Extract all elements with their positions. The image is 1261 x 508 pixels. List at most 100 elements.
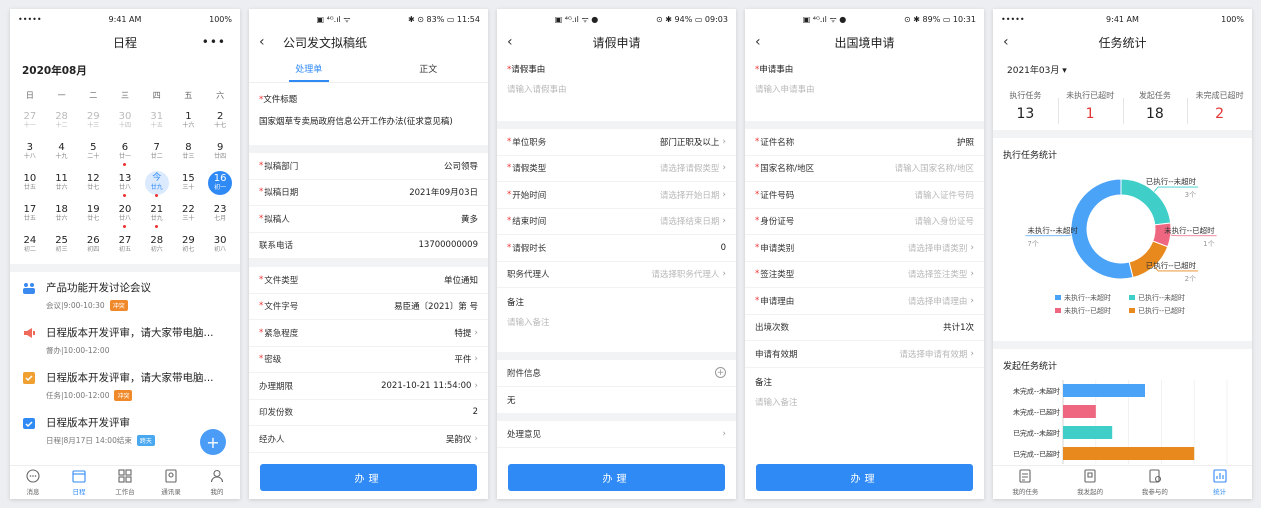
back-icon[interactable]: ‹ [507,34,513,50]
weekday-label: 四 [152,91,161,100]
form-row[interactable]: * 文件字号 易臣通〔2021〕第 号 [249,294,488,320]
form-row[interactable]: * 国家名称/地区 请输入国家名称/地区 [745,156,984,182]
calendar-day[interactable]: 31 十五 [141,105,173,136]
form-row[interactable]: * 拟稿人 黄多 [249,206,488,233]
calendar-day[interactable]: 18 廿六 [46,198,78,229]
event-item[interactable]: 日程版本开发评审，请大家带电脑... 督办 | 10:00-12:00 [10,317,240,362]
calendar-day[interactable]: 5 二十 [77,136,109,167]
process-button[interactable]: 办理 [260,463,477,491]
tab-main-text[interactable]: 正文 [369,55,489,82]
form-row[interactable]: 出境次数 共计1次 [745,315,984,341]
form-row[interactable]: 印发份数 2 [249,400,488,426]
calendar-day[interactable]: 28 初六 [141,229,173,260]
calendar-day[interactable]: 28 十二 [46,105,78,136]
calendar-day[interactable]: 17 廿五 [14,198,46,229]
tab-processing-form[interactable]: 处理单 [249,55,369,82]
tab-message[interactable]: 消息 [10,466,56,499]
tab-calendar[interactable]: 日程 [56,466,102,499]
calendar-day[interactable]: 2 十七 [204,105,236,136]
form-row[interactable]: 办理期限 2021-10-21 11:54:00 › [249,373,488,400]
calendar-day[interactable]: 24 初二 [14,229,46,260]
tab-user[interactable]: 我的 [194,466,240,499]
form-row[interactable]: * 证件名称 护照 [745,129,984,156]
nav-bar: ‹ 任务统计 [993,29,1252,55]
calendar-day[interactable]: 30 十四 [109,105,141,136]
calendar-day[interactable]: 29 十三 [77,105,109,136]
event-item[interactable]: 日程版本开发评审，请大家带电脑... 任务 | 10:00-12:00 冲突 [10,362,240,407]
calendar-day[interactable]: 13 廿八 [109,167,141,198]
doc-title-block[interactable]: *文件标题 国家烟草专卖局政府信息公开工作办法(征求意见稿) [249,83,488,145]
form-row[interactable]: * 开始时间 请选择开始日期 › [497,182,736,209]
calendar-day[interactable]: 6 廿一 [109,136,141,167]
form-row[interactable]: 联系电话 13700000009 [249,233,488,259]
tab-contacts[interactable]: 通讯录 [148,466,194,499]
calendar-day[interactable]: 26 初四 [77,229,109,260]
form-row[interactable]: * 拟稿部门 公司领导 [249,153,488,180]
form-row[interactable]: * 结束时间 请选择结束日期 › [497,209,736,235]
calendar-day[interactable]: 4 十九 [46,136,78,167]
tab-grid[interactable]: 工作台 [102,466,148,499]
form-row[interactable]: * 拟稿日期 2021年09月03日 [249,180,488,206]
lunar-date: 廿五 [23,215,36,222]
form-row[interactable]: * 签注类型 请选择签注类型 › [745,262,984,288]
field-placeholder: 请选择签注类型 [907,270,968,281]
calendar-day-selected[interactable]: 16 初一 [204,167,236,198]
remark-field[interactable]: 备注 请输入备注 [497,288,736,352]
form-row[interactable]: * 证件号码 请输入证件号码 [745,182,984,209]
form-row[interactable]: * 单位职务 部门正职及以上 › [497,129,736,156]
calendar-day-today[interactable]: 今廿九 [141,167,173,198]
calendar-day[interactable]: 8 廿三 [173,136,205,167]
calendar-day[interactable]: 12 廿七 [77,167,109,198]
month-picker[interactable]: 2021年03月 ▾ [993,55,1252,80]
process-button[interactable]: 办理 [756,463,973,491]
form-row[interactable]: * 紧急程度 特提 › [249,320,488,347]
event-item[interactable]: 产品功能开发讨论会议 会议 | 9:00-10:30 冲突 [10,272,240,317]
calendar-day[interactable]: 25 初三 [46,229,78,260]
attachment-row[interactable]: 附件信息 + [497,360,736,387]
remark-field[interactable]: 备注 请输入备注 [745,368,984,416]
calendar-day[interactable]: 21 廿九 [141,198,173,229]
calendar-day[interactable]: 22 三十 [173,198,205,229]
form-row[interactable]: * 请假类型 请选择请假类型 › [497,156,736,182]
calendar-day[interactable]: 29 初七 [173,229,205,260]
process-button[interactable]: 办理 [508,463,725,491]
calendar-day[interactable]: 20 廿八 [109,198,141,229]
form-row[interactable]: * 请假时长 0 [497,235,736,262]
reason-field[interactable]: *请假事由 请输入请假事由 [497,55,736,121]
calendar-day[interactable]: 30 初八 [204,229,236,260]
form-row[interactable]: * 文件类型 单位通知 [249,267,488,294]
opinion-row[interactable]: 处理意见 › [497,421,736,448]
form-row[interactable]: * 身份证号 请输入身份证号 [745,209,984,235]
calendar-day[interactable]: 27 十一 [14,105,46,136]
reason-field[interactable]: *申请事由 请输入申请事由 [745,55,984,121]
tab-initiated[interactable]: 我发起的 [1058,466,1123,499]
calendar-day[interactable]: 11 廿六 [46,167,78,198]
form-row[interactable]: 经办人 吴韵仪 › [249,426,488,453]
month-label[interactable]: 2020年08月 [10,55,240,90]
calendar-day[interactable]: 10 廿五 [14,167,46,198]
calendar-day[interactable]: 9 廿四 [204,136,236,167]
calendar-day[interactable]: 1 十六 [173,105,205,136]
form-row[interactable]: * 申请理由 请选择申请理由 › [745,288,984,315]
back-icon[interactable]: ‹ [755,34,761,50]
day-number: 20 [118,204,132,215]
back-icon[interactable]: ‹ [1003,34,1009,50]
form-row[interactable]: * 申请类别 请选择申请类别 › [745,235,984,262]
tab-participated[interactable]: 我参与的 [1123,466,1188,499]
calendar-day[interactable]: 19 廿七 [77,198,109,229]
calendar-day[interactable]: 23 七月 [204,198,236,229]
calendar-day[interactable]: 27 初五 [109,229,141,260]
more-icon[interactable]: ••• [202,35,226,49]
back-icon[interactable]: ‹ [259,34,265,50]
add-attachment-icon[interactable]: + [715,367,726,379]
tab-label: 统计 [1213,488,1227,496]
tab-stats[interactable]: 统计 [1187,466,1252,499]
add-event-button[interactable]: + [200,429,226,455]
form-row[interactable]: 职务代理人 请选择职务代理人 › [497,262,736,288]
form-row[interactable]: * 密级 平件 › [249,347,488,373]
calendar-day[interactable]: 7 廿二 [141,136,173,167]
calendar-day[interactable]: 3 十八 [14,136,46,167]
tab-task-list[interactable]: 我的任务 [993,466,1058,499]
form-row[interactable]: 申请有效期 请选择申请有效期 › [745,341,984,368]
calendar-day[interactable]: 15 三十 [173,167,205,198]
